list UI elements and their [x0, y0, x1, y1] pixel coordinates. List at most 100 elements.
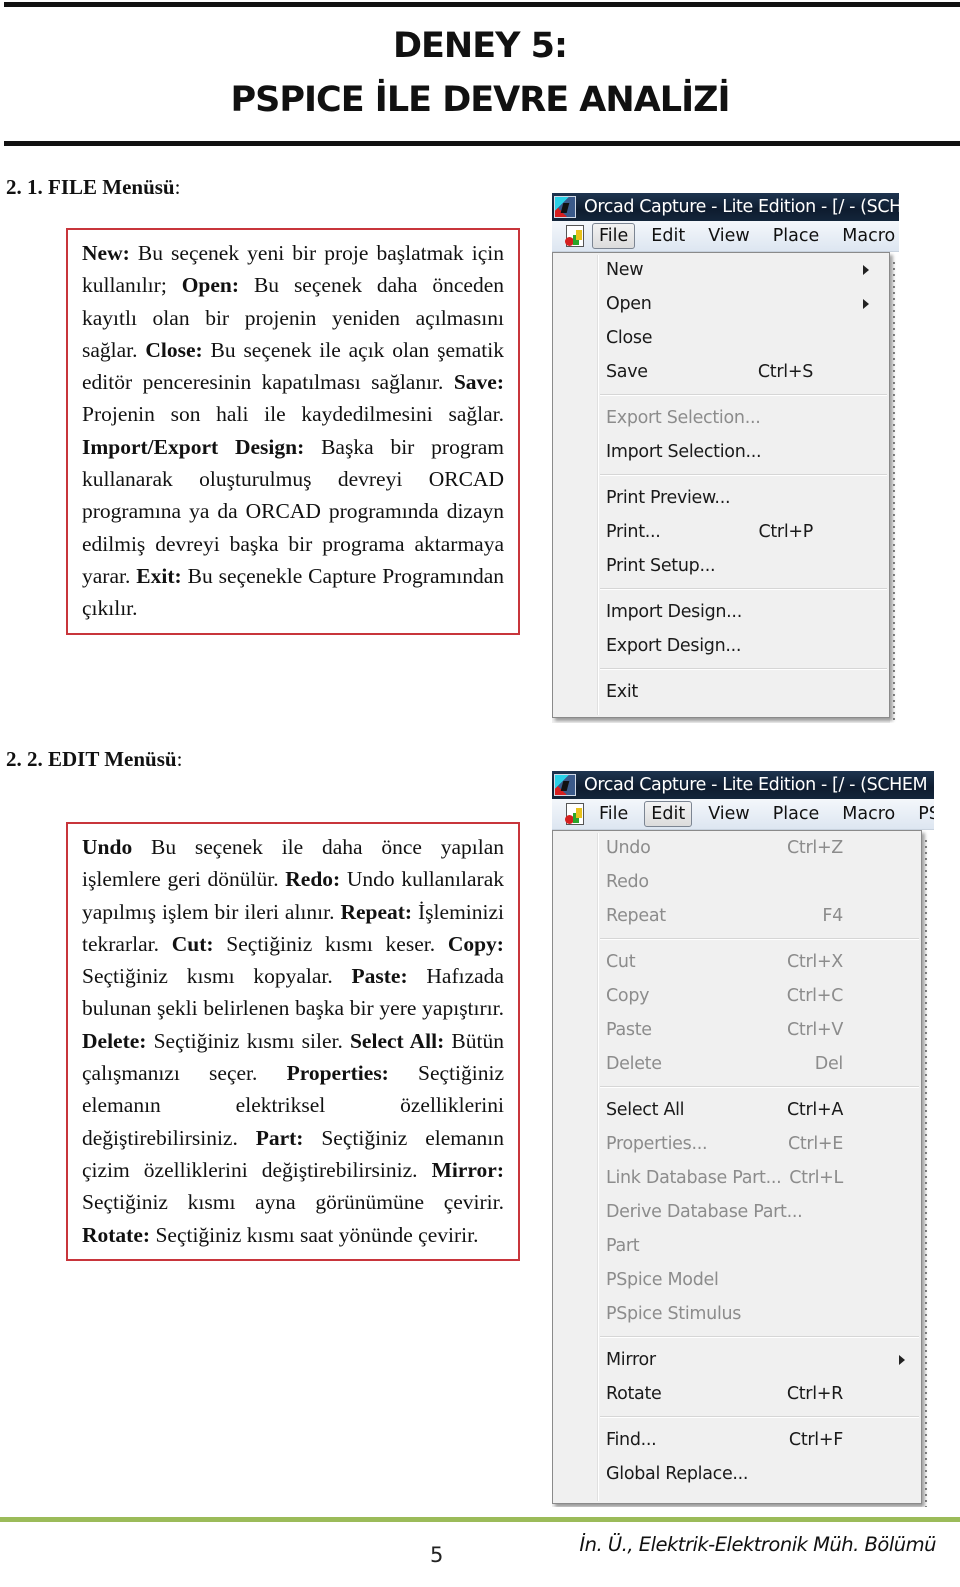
- menu-item-pspice-stimulus[interactable]: PSpice Stimulus: [553, 1297, 921, 1331]
- term-label: Part:: [255, 1125, 304, 1150]
- menu-item-label: Properties...: [606, 1134, 708, 1154]
- term-label: Rotate:: [82, 1222, 151, 1247]
- menu-item-repeat[interactable]: Repeat F4: [553, 899, 921, 933]
- menu-item-label: Exit: [606, 682, 638, 702]
- menu-item-print-preview[interactable]: Print Preview...: [553, 481, 889, 515]
- menu-item-exit[interactable]: Exit: [553, 675, 889, 709]
- menu-item-shortcut: Ctrl+E: [787, 1134, 843, 1154]
- menu-item-open[interactable]: Open: [553, 287, 889, 321]
- menu-item-label: Open: [606, 294, 652, 314]
- term-label: Open:: [181, 273, 240, 298]
- term-label: Cut:: [171, 931, 214, 956]
- menu-separator: [600, 394, 887, 396]
- term-description: Seçtiğiniz kısmı saat yönünde çevirir.: [150, 1222, 479, 1247]
- menu-item-save[interactable]: Save Ctrl+S: [553, 355, 889, 389]
- term-label: Copy:: [447, 931, 504, 956]
- window-titlebar: Orcad Capture - Lite Edition - [/ - (SCH: [552, 193, 899, 221]
- menu-item-shortcut: Ctrl+A: [787, 1100, 843, 1120]
- term-description: Seçtiğiniz kısmı kopyalar.: [82, 964, 352, 989]
- menu-macro[interactable]: Macro: [835, 801, 902, 827]
- menu-item-label: Select All: [606, 1100, 685, 1120]
- menu-item-paste[interactable]: Paste Ctrl+V: [553, 1013, 921, 1047]
- menu-item-shortcut: Ctrl+F: [788, 1430, 843, 1450]
- menu-item-label: Print...: [606, 522, 661, 542]
- menu-item-label: Derive Database Part...: [606, 1202, 803, 1222]
- menu-item-undo[interactable]: Undo Ctrl+Z: [553, 831, 921, 865]
- menu-item-pspice-model[interactable]: PSpice Model: [553, 1263, 921, 1297]
- term-label: Save:: [453, 370, 504, 395]
- term-description: Projenin son hali ile kaydedilmesini sağ…: [82, 402, 504, 427]
- menu-item-global-replace[interactable]: Global Replace...: [553, 1457, 921, 1491]
- menu-item-print-setup[interactable]: Print Setup...: [553, 549, 889, 583]
- menu-item-label: Copy: [606, 986, 650, 1006]
- menu-item-close[interactable]: Close: [553, 321, 889, 355]
- submenu-arrow-icon: [863, 299, 869, 309]
- menu-macro[interactable]: Macro: [835, 223, 899, 249]
- menu-item-shortcut: Del: [814, 1054, 844, 1074]
- menu-item-rotate[interactable]: Rotate Ctrl+R: [553, 1377, 921, 1411]
- menu-item-properties[interactable]: Properties... Ctrl+E: [553, 1127, 921, 1161]
- menu-item-label: Redo: [606, 872, 649, 892]
- menu-item-label: Find...: [606, 1430, 657, 1450]
- menu-pspi[interactable]: PSpi: [911, 801, 934, 827]
- menu-item-delete[interactable]: Delete Del: [553, 1047, 921, 1081]
- menu-view[interactable]: View: [701, 801, 757, 827]
- menu-separator: [600, 474, 887, 476]
- menubar: File Edit View Place Macro: [552, 221, 899, 252]
- menu-item-label: Mirror: [606, 1350, 656, 1370]
- schematic-doc-icon[interactable]: [565, 803, 584, 825]
- menu-view[interactable]: View: [701, 223, 757, 249]
- menu-item-new[interactable]: New: [553, 253, 889, 287]
- term-label: Close:: [145, 337, 203, 362]
- schematic-canvas: [890, 252, 899, 723]
- menu-item-redo[interactable]: Redo: [553, 865, 921, 899]
- menu-edit[interactable]: Edit: [644, 223, 692, 249]
- schematic-canvas: [922, 830, 934, 1507]
- term-label: Undo: [82, 835, 133, 859]
- edit-dropdown-menu: Undo Ctrl+Z Redo Repeat F4 Cut Ctrl+X Copy Ctrl+…: [552, 830, 922, 1504]
- menu-separator: [600, 588, 887, 590]
- menu-item-label: Global Replace...: [606, 1464, 749, 1484]
- menu-item-print[interactable]: Print... Ctrl+P: [553, 515, 889, 549]
- menu-item-export-design[interactable]: Export Design...: [553, 629, 889, 663]
- menu-file[interactable]: File: [592, 801, 635, 827]
- menu-separator: [600, 1336, 919, 1338]
- menu-edit[interactable]: Edit: [644, 801, 693, 827]
- menu-item-label: Import Design...: [606, 602, 742, 622]
- page-number: 5: [430, 1543, 444, 1567]
- menu-item-cut[interactable]: Cut Ctrl+X: [553, 945, 921, 979]
- menu-item-label: Print Preview...: [606, 488, 731, 508]
- menu-item-select-all[interactable]: Select All Ctrl+A: [553, 1093, 921, 1127]
- menu-item-import-design[interactable]: Import Design...: [553, 595, 889, 629]
- menu-item-import-selection[interactable]: Import Selection...: [553, 435, 889, 469]
- term-label: New:: [82, 241, 130, 265]
- menu-item-find[interactable]: Find... Ctrl+F: [553, 1423, 921, 1457]
- menu-place[interactable]: Place: [766, 801, 827, 827]
- term-label: Delete:: [82, 1028, 147, 1053]
- menubar: File Edit View Place Macro PSpi: [552, 799, 934, 830]
- term-label: Properties:: [286, 1061, 389, 1086]
- file-menu-description-box: New: Bu seçenek yeni bir proje başlatmak…: [66, 228, 520, 635]
- menu-item-mirror[interactable]: Mirror: [553, 1343, 921, 1377]
- menu-item-label: Print Setup...: [606, 556, 716, 576]
- menu-item-part[interactable]: Part: [553, 1229, 921, 1263]
- menu-item-label: PSpice Stimulus: [606, 1304, 742, 1324]
- menu-item-export-selection[interactable]: Export Selection...: [553, 401, 889, 435]
- term-label: Repeat:: [340, 899, 413, 924]
- schematic-doc-icon[interactable]: [565, 225, 584, 247]
- menu-file[interactable]: File: [592, 223, 636, 249]
- term-description: Seçtiğiniz kısmı ayna görünümüne çevirir…: [82, 1190, 504, 1215]
- menu-item-link-database-part[interactable]: Link Database Part... Ctrl+L: [553, 1161, 921, 1195]
- file-menu-screenshot: Orcad Capture - Lite Edition - [/ - (SCH…: [552, 193, 899, 723]
- menu-item-label: Close: [606, 328, 653, 348]
- menu-item-label: Undo: [606, 838, 651, 858]
- file-dropdown-menu: New Open Close Save Ctrl+S Export Selection..…: [552, 252, 890, 718]
- section-heading-edit: 2. 2. EDIT Menüsü:: [6, 747, 183, 771]
- menu-place[interactable]: Place: [766, 223, 827, 249]
- header-top-rule: [4, 2, 960, 7]
- menu-item-copy[interactable]: Copy Ctrl+C: [553, 979, 921, 1013]
- menu-item-shortcut: Ctrl+V: [787, 1020, 843, 1040]
- menu-item-derive-database-part[interactable]: Derive Database Part...: [553, 1195, 921, 1229]
- orcad-app-icon: [554, 196, 576, 218]
- menu-item-label: Part: [606, 1236, 640, 1256]
